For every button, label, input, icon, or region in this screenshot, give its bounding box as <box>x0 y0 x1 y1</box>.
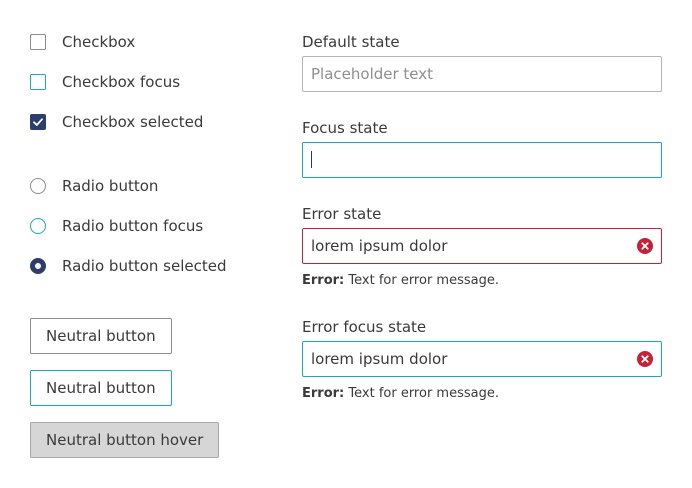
error-field-label: Error state <box>302 205 382 223</box>
default-field-label: Default state <box>302 33 400 51</box>
error-text-field[interactable]: lorem ipsum dolor <box>302 228 662 264</box>
error-x-icon[interactable] <box>637 238 653 254</box>
error-prefix: Error: <box>302 386 345 401</box>
radio-selected[interactable] <box>30 258 46 274</box>
checkbox-label: Checkbox <box>62 33 136 51</box>
default-text-field[interactable]: Placeholder text <box>302 56 662 92</box>
error-prefix: Error: <box>302 273 345 288</box>
error-focus-field-value: lorem ipsum dolor <box>311 350 448 368</box>
error-text: Text for error message. <box>348 273 499 288</box>
radio-label: Radio button <box>62 177 159 195</box>
radio-label: Radio button selected <box>62 257 227 275</box>
error-field-value: lorem ipsum dolor <box>311 237 448 255</box>
checkbox-label: Checkbox focus <box>62 73 181 91</box>
error-x-icon[interactable] <box>637 351 653 367</box>
focus-field-label: Focus state <box>302 119 388 137</box>
checkbox-focus[interactable] <box>30 74 46 90</box>
radio-default[interactable] <box>30 178 46 194</box>
placeholder-text: Placeholder text <box>311 65 434 83</box>
radio-label: Radio button focus <box>62 217 204 235</box>
focus-text-field[interactable] <box>302 142 662 178</box>
neutral-button-hover[interactable]: Neutral button hover <box>30 422 220 458</box>
error-text: Text for error message. <box>348 386 499 401</box>
checkbox-default[interactable] <box>30 34 46 50</box>
checkbox-selected[interactable] <box>30 114 46 130</box>
neutral-button-focus[interactable]: Neutral button <box>30 370 172 406</box>
error-message: Error: Text for error message. <box>302 272 499 290</box>
checkbox-label: Checkbox selected <box>62 113 204 131</box>
error-focus-text-field[interactable]: lorem ipsum dolor <box>302 341 662 377</box>
neutral-button[interactable]: Neutral button <box>30 318 172 354</box>
radio-focus[interactable] <box>30 218 46 234</box>
error-focus-message: Error: Text for error message. <box>302 385 499 403</box>
check-icon <box>33 118 43 126</box>
text-caret <box>311 151 312 168</box>
error-focus-field-label: Error focus state <box>302 318 427 336</box>
